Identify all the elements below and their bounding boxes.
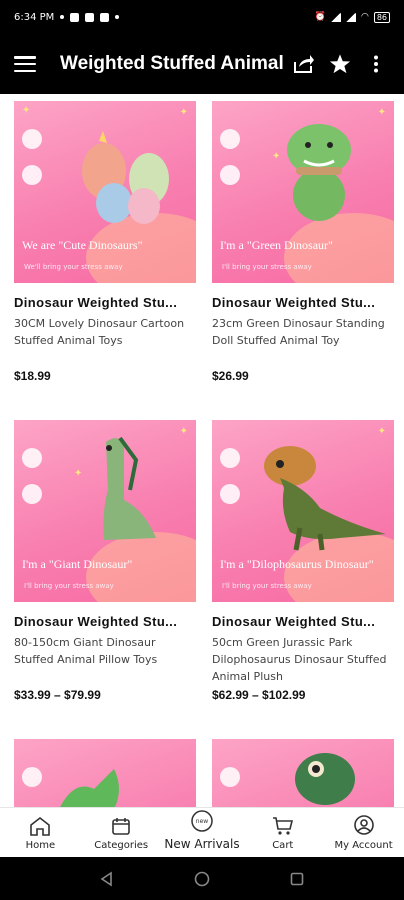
product-description: 50cm Green Jurassic Park Dilophosaurus D…: [212, 636, 387, 683]
more-vertical-icon: [374, 55, 378, 73]
high-quality-badge-icon: [22, 129, 42, 149]
wifi-icon: ◠: [360, 12, 369, 22]
dinosaur-toy-image: [295, 753, 355, 805]
more-options-button[interactable]: [358, 46, 394, 82]
product-image[interactable]: ✦ ✦ I'm a "Green Dinosaur" I'll bring yo…: [212, 101, 394, 283]
signal-2-icon: [345, 12, 356, 22]
new-badge-icon: new: [191, 810, 213, 832]
product-description: 30CM Lovely Dinosaur Cartoon Stuffed Ani…: [14, 317, 185, 347]
high-quality-badge-icon: [220, 448, 240, 468]
product-card[interactable]: ✦ ✦ I'm a "Giant Dinosaur" I'll bring yo…: [14, 420, 196, 702]
system-navigation-bar: [0, 857, 404, 900]
product-price: $33.99 – $79.99: [14, 688, 101, 702]
image-caption: I'm a "Green Dinosaur": [220, 238, 333, 252]
sparkle-icon: ✦: [179, 426, 188, 437]
nav-new-arrivals-label: New Arrivals: [164, 837, 240, 851]
image-subcaption: We'll bring your stress away: [24, 263, 123, 271]
safe-for-kids-badge-icon: [22, 484, 42, 504]
dinosaur-toy-image: [264, 446, 386, 551]
nav-my-account[interactable]: My Account: [323, 808, 404, 857]
cart-icon: [272, 817, 293, 835]
nav-cart-label: Cart: [272, 840, 294, 851]
high-quality-badge-icon: [22, 448, 42, 468]
product-image[interactable]: ✦ ✦ We are "Cute Dinosaurs" We'll bring …: [14, 101, 196, 283]
sparkle-icon: ✦: [179, 107, 188, 118]
sparkle-icon: ✦: [377, 107, 386, 118]
dinosaur-toy-image: [103, 436, 156, 540]
app-bar: Weighted Stuffed Animal: [0, 34, 404, 94]
app-notification-icon: [85, 12, 95, 22]
back-icon[interactable]: [99, 871, 115, 887]
account-icon: [353, 815, 374, 835]
share-button[interactable]: [286, 46, 322, 82]
product-image[interactable]: ✦ ✦ I'm a "Giant Dinosaur" I'll bring yo…: [14, 420, 196, 602]
alarm-icon: ⏰: [314, 12, 326, 22]
bottom-navigation: Home Categories new New Arrivals Cart My…: [0, 807, 404, 857]
status-bar: 6:34 PM ⏰ ◠ 86: [0, 0, 404, 34]
signal-icon: [330, 12, 341, 22]
product-image[interactable]: [14, 739, 196, 807]
new-badge-text: new: [196, 818, 208, 825]
sparkle-icon: ✦: [377, 426, 386, 437]
nav-cart[interactable]: Cart: [242, 808, 323, 857]
nav-categories-label: Categories: [94, 840, 149, 851]
home-icon: [30, 816, 51, 836]
product-card[interactable]: ✦ ✦ I'm a "Green Dinosaur" I'll bring yo…: [212, 101, 394, 383]
battery-icon: 86: [373, 11, 390, 23]
nav-home[interactable]: Home: [0, 808, 81, 857]
dinosaur-toy-image: [287, 124, 351, 221]
product-list[interactable]: ✦ ✦ We are "Cute Dinosaurs" We'll bring …: [0, 94, 404, 807]
more-notifications-icon: [115, 15, 120, 19]
product-image[interactable]: ✦ ✦ I'm a "Dilophosaurus Dinosaur" I'll …: [212, 420, 394, 602]
video-notification-icon: [100, 12, 110, 22]
star-icon: [329, 54, 351, 74]
image-subcaption: I'll bring your stress away: [222, 263, 312, 271]
product-price: $18.99: [14, 369, 51, 383]
product-description: 23cm Green Dinosaur Standing Doll Stuffe…: [212, 317, 385, 347]
image-subcaption: I'll bring your stress away: [24, 582, 114, 590]
page-title: Weighted Stuffed Animal: [60, 53, 284, 74]
product-card[interactable]: ✦ ✦ I'm a "Dilophosaurus Dinosaur" I'll …: [212, 420, 394, 702]
product-price: $62.99 – $102.99: [212, 688, 306, 702]
product-name[interactable]: Dinosaur Weighted Stu...: [14, 614, 196, 629]
home-circle-icon[interactable]: [194, 871, 210, 887]
product-name[interactable]: Dinosaur Weighted Stu...: [212, 614, 394, 629]
product-name[interactable]: Dinosaur Weighted Stu...: [14, 295, 196, 310]
high-quality-badge-icon: [22, 767, 42, 787]
recents-icon[interactable]: [289, 871, 305, 887]
product-image[interactable]: [212, 739, 394, 807]
product-card[interactable]: ✦ ✦ We are "Cute Dinosaurs" We'll bring …: [14, 101, 196, 383]
nav-new-arrivals[interactable]: new New Arrivals: [162, 808, 243, 857]
high-quality-badge-icon: [220, 129, 240, 149]
image-caption: We are "Cute Dinosaurs": [22, 238, 143, 252]
menu-icon[interactable]: [14, 56, 36, 72]
product-price: $26.99: [212, 369, 249, 383]
dinosaur-toy-image: [60, 769, 119, 807]
nav-home-label: Home: [25, 840, 56, 851]
image-caption: I'm a "Giant Dinosaur": [22, 557, 133, 571]
dinosaur-toy-image: [82, 131, 169, 224]
image-subcaption: I'll bring your stress away: [222, 582, 312, 590]
favorite-button[interactable]: [322, 46, 358, 82]
product-card[interactable]: [212, 739, 394, 807]
product-name[interactable]: Dinosaur Weighted Stu...: [212, 295, 394, 310]
safe-for-kids-badge-icon: [220, 165, 240, 185]
share-icon: [294, 55, 314, 73]
categories-icon: [112, 818, 130, 835]
mail-notification-icon: [70, 12, 80, 22]
image-caption: I'm a "Dilophosaurus Dinosaur": [220, 557, 374, 571]
nav-my-account-label: My Account: [334, 840, 393, 851]
product-description: 80-150cm Giant Dinosaur Stuffed Animal P…: [14, 636, 158, 666]
notification-dot-icon: [60, 15, 65, 19]
status-time: 6:34 PM: [14, 11, 55, 23]
sparkle-icon: ✦: [22, 105, 31, 116]
high-quality-badge-icon: [220, 767, 240, 787]
nav-categories[interactable]: Categories: [81, 808, 162, 857]
sparkle-icon: ✦: [74, 468, 83, 479]
safe-for-kids-badge-icon: [220, 484, 240, 504]
product-card[interactable]: [14, 739, 196, 807]
safe-for-kids-badge-icon: [22, 165, 42, 185]
